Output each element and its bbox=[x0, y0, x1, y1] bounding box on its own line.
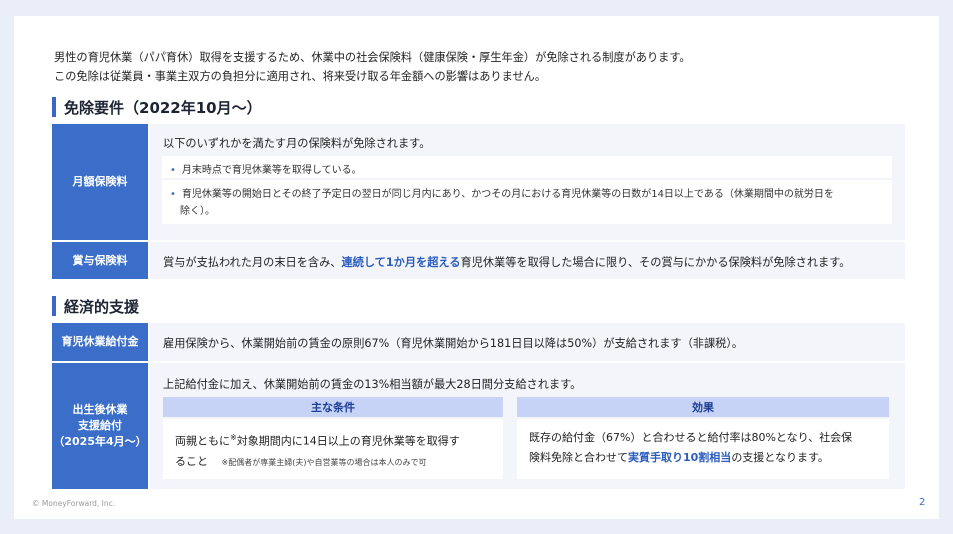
intro-text: 男性の育児休業（パパ育休）取得を支援するため、休業中の社会保険料（健康保険・厚生… bbox=[54, 48, 691, 86]
heading-accent-bar bbox=[52, 296, 56, 316]
row-label: 育児休業給付金 bbox=[52, 323, 148, 361]
monthly-lead: 以下のいずれかを満たす月の保険料が免除されます。 bbox=[163, 137, 431, 150]
text-part: 賞与が支払われた月の末日を含み、 bbox=[163, 256, 342, 269]
conditions-header: 主な条件 bbox=[163, 397, 503, 417]
text-part: 険料免除と合わせて bbox=[529, 451, 628, 464]
effect-text: 既存の給付金（67%）と合わせると給付率は80%となり、社会保 険料免除と合わせ… bbox=[529, 428, 852, 468]
bullet-dot: • bbox=[170, 165, 176, 176]
highlight-text: 実質手取り10割相当 bbox=[628, 451, 732, 464]
heading-accent-bar bbox=[52, 97, 56, 117]
bonus-text: 賞与が支払われた月の末日を含み、連続して1か月を超える育児休業等を取得した場合に… bbox=[163, 254, 850, 270]
section-heading-support: 経済的支援 bbox=[52, 296, 139, 316]
row-body: 上記給付金に加え、休業開始前の賃金の13%相当額が最大28日間分支給されます。 … bbox=[150, 363, 905, 489]
row-monthly-premium: 月額保険料 以下のいずれかを満たす月の保険料が免除されます。 • 月末時点で育児休… bbox=[52, 124, 905, 240]
row-body: 賞与が支払われた月の末日を含み、連続して1か月を超える育児休業等を取得した場合に… bbox=[150, 242, 905, 279]
row-postbirth-benefit: 出生後休業 支援給付 （2025年4月〜） 上記給付金に加え、休業開始前の賃金の… bbox=[52, 363, 905, 489]
row-label: 出生後休業 支援給付 （2025年4月〜） bbox=[52, 363, 148, 489]
conditions-body: 両親ともに※対象期間内に14日以上の育児休業等を取得す ること ※配偶者が専業主… bbox=[163, 419, 503, 479]
highlight-text: 連続して1か月を超える bbox=[341, 256, 461, 269]
row-body: 雇用保険から、休業開始前の賃金の原則67%（育児休業開始から181日目以降は50… bbox=[150, 323, 905, 361]
section-title: 免除要件（2022年10月〜） bbox=[64, 98, 262, 117]
conditions-note: ※配偶者が専業主婦(夫)や自営業等の場合は本人のみで可 bbox=[221, 457, 427, 467]
text-part: の支援となります。 bbox=[731, 451, 829, 464]
text-part: 育児休業等を取得した場合に限り、その賞与にかかる保険料が免除されます。 bbox=[460, 256, 851, 269]
row-bonus-premium: 賞与保険料 賞与が支払われた月の末日を含み、連続して1か月を超える育児休業等を取… bbox=[52, 242, 905, 279]
row-label: 月額保険料 bbox=[52, 124, 148, 240]
bullet-text: 月末時点で育児休業等を取得している。 bbox=[181, 165, 362, 176]
bullet-box: • 育児休業等の開始日とその終了予定日の翌日が同じ月内にあり、かつその月における育… bbox=[162, 180, 892, 224]
text-part: 両親ともに bbox=[175, 434, 230, 448]
intro-line-1: 男性の育児休業（パパ育休）取得を支援するため、休業中の社会保険料（健康保険・厚生… bbox=[54, 51, 691, 64]
row-body: 以下のいずれかを満たす月の保険料が免除されます。 • 月末時点で育児休業等を取得し… bbox=[150, 124, 905, 240]
section-heading-exemption: 免除要件（2022年10月〜） bbox=[52, 97, 262, 117]
row-label: 賞与保険料 bbox=[52, 242, 148, 279]
bullet-box: • 月末時点で育児休業等を取得している。 bbox=[162, 156, 892, 178]
text-part: 既存の給付金（67%）と合わせると給付率は80%となり、社会保 bbox=[529, 431, 853, 444]
bullet-item: • 育児休業等の開始日とその終了予定日の翌日が同じ月内にあり、かつその月における育… bbox=[170, 186, 834, 220]
page-number: 2 bbox=[919, 497, 926, 508]
text-part: ること bbox=[175, 454, 208, 468]
effect-body: 既存の給付金（67%）と合わせると給付率は80%となり、社会保 険料免除と合わせ… bbox=[517, 419, 889, 479]
copyright: © MoneyForward, Inc. bbox=[32, 499, 116, 508]
childcare-text: 雇用保険から、休業開始前の賃金の原則67%（育児休業開始から181日目以降は50… bbox=[163, 337, 744, 350]
effect-header: 効果 bbox=[517, 397, 889, 417]
postbirth-lead: 上記給付金に加え、休業開始前の賃金の13%相当額が最大28日間分支給されます。 bbox=[163, 378, 582, 391]
label-line: 支援給付 bbox=[78, 419, 122, 432]
intro-line-2: この免除は従業員・事業主双方の負担分に適用され、将来受け取る年金額への影響はあり… bbox=[54, 70, 547, 83]
bullet-text: 除く）。 bbox=[180, 206, 215, 217]
label-line: （2025年4月〜） bbox=[53, 435, 147, 448]
bullet-item: • 月末時点で育児休業等を取得している。 bbox=[170, 161, 362, 176]
slide: 男性の育児休業（パパ育休）取得を支援するため、休業中の社会保険料（健康保険・厚生… bbox=[14, 16, 939, 519]
footnote-mark: ※ bbox=[230, 433, 237, 442]
label-line: 出生後休業 bbox=[72, 403, 128, 416]
conditions-text: 両親ともに※対象期間内に14日以上の育児休業等を取得す ること ※配偶者が専業主… bbox=[175, 428, 460, 473]
section-title: 経済的支援 bbox=[64, 297, 140, 316]
text-part: 対象期間内に14日以上の育児休業等を取得す bbox=[236, 434, 460, 448]
row-childcare-benefit: 育児休業給付金 雇用保険から、休業開始前の賃金の原則67%（育児休業開始から18… bbox=[52, 323, 905, 361]
bullet-dot: • bbox=[170, 189, 176, 200]
bullet-text: 育児休業等の開始日とその終了予定日の翌日が同じ月内にあり、かつその月における育児… bbox=[181, 189, 834, 200]
